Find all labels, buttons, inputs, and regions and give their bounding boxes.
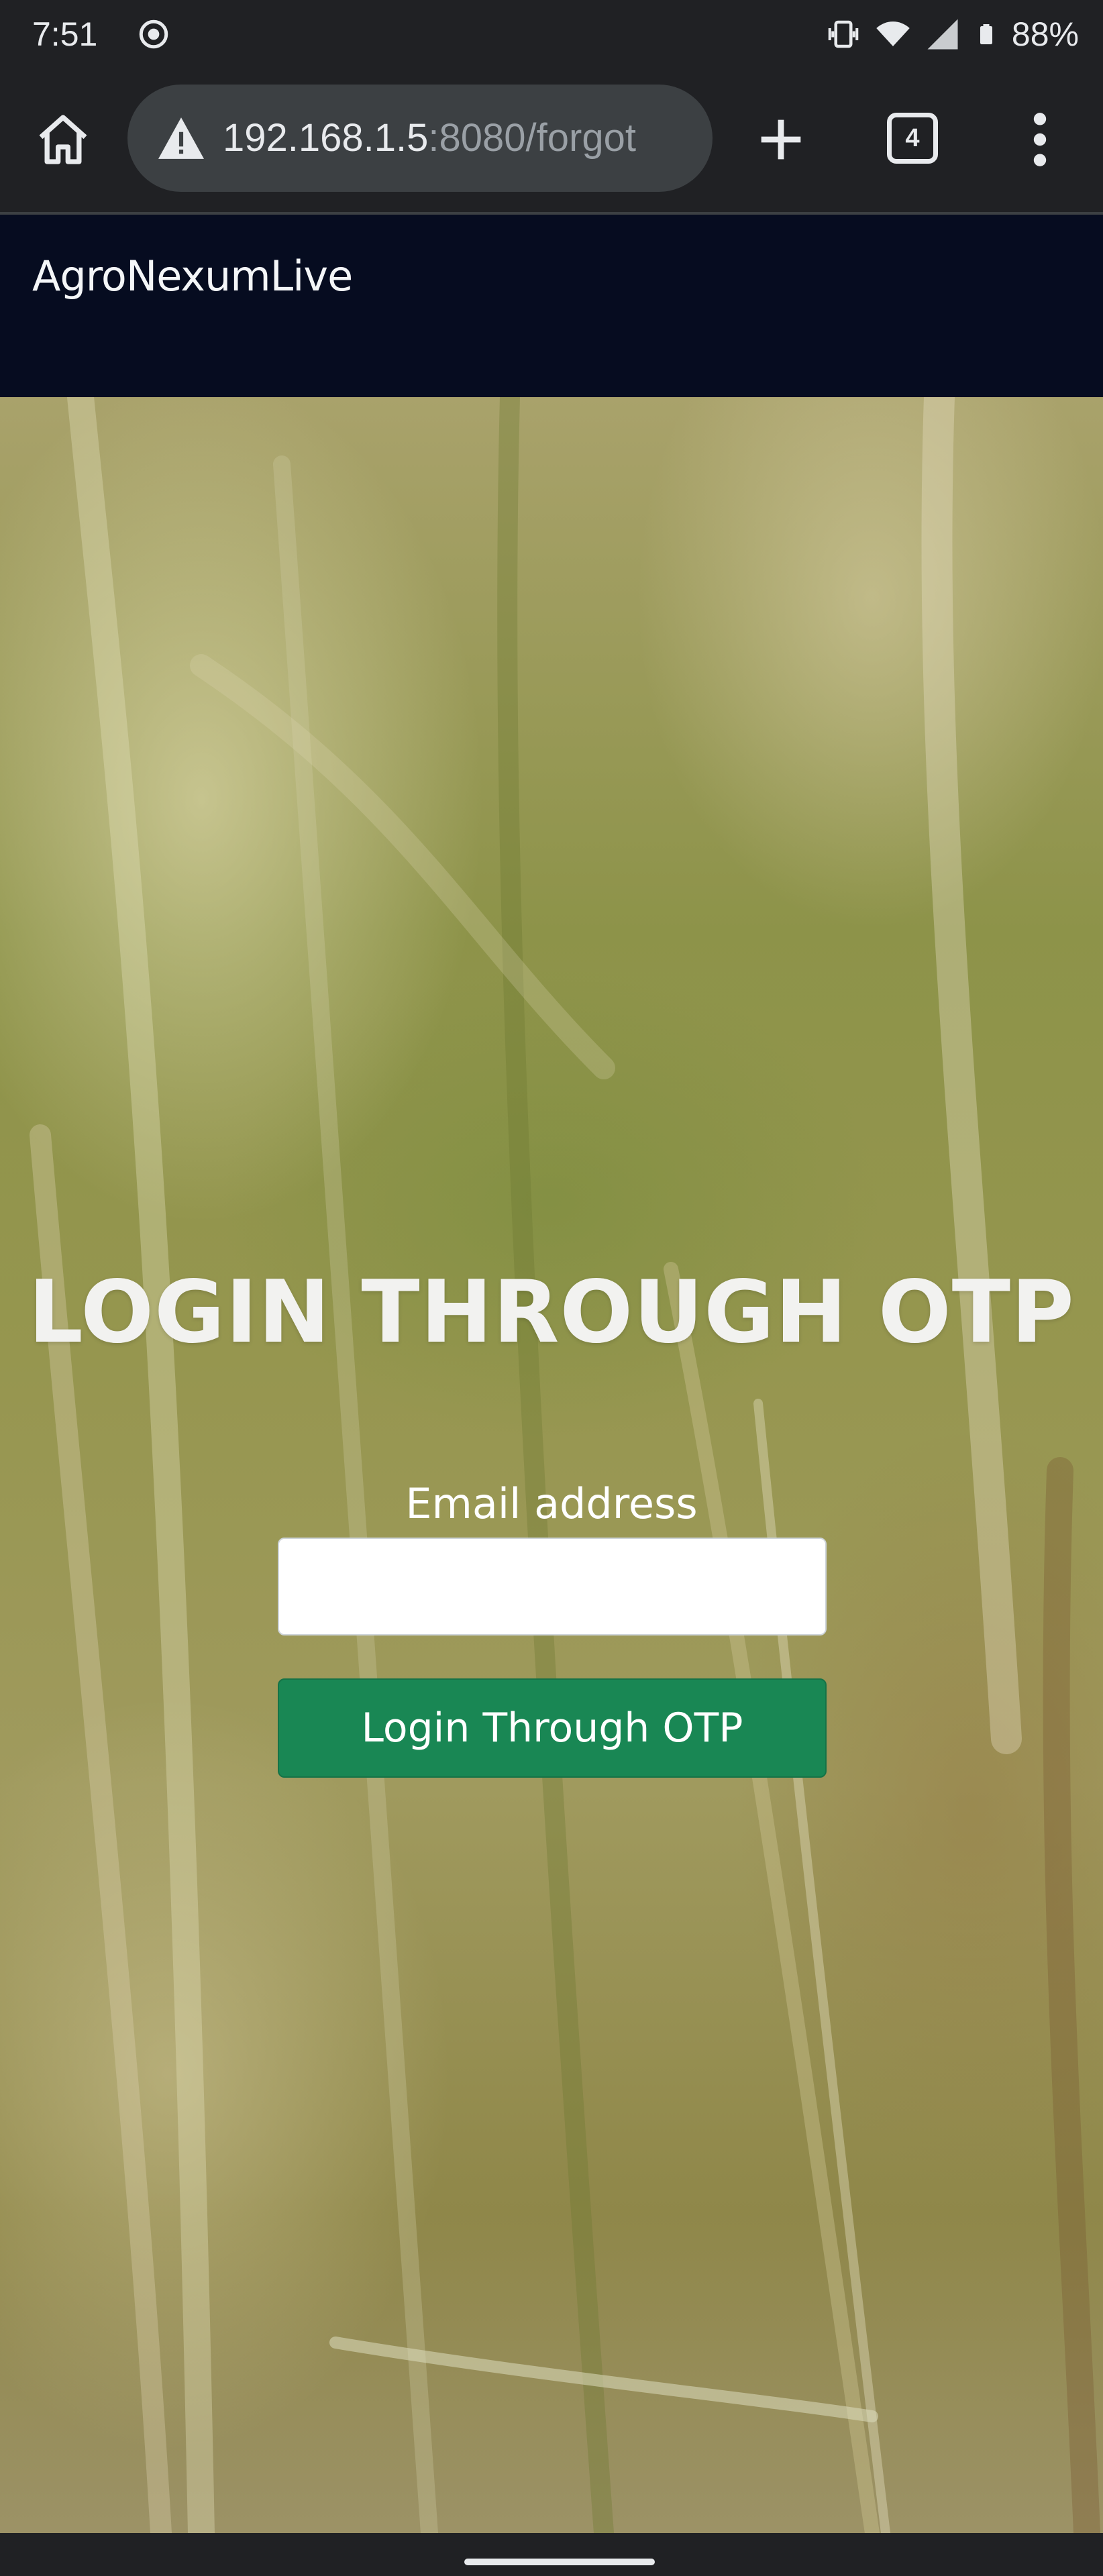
url-path: :8080/forgot (428, 116, 636, 160)
tab-switcher-button[interactable]: 4 (887, 113, 938, 164)
signal-icon (927, 19, 958, 50)
site-navbar: AgroNexumLive (0, 215, 1103, 397)
screen-record-icon (139, 19, 168, 49)
email-label: Email address (405, 1479, 698, 1528)
status-bar: 7:51 88% (0, 0, 1103, 70)
address-bar[interactable]: 192.168.1.5:8080/forgot (127, 85, 713, 192)
status-time: 7:51 (32, 15, 98, 53)
gesture-handle[interactable] (464, 2559, 655, 2565)
hero-background: LOGIN THROUGH OTP Email address Login Th… (0, 397, 1103, 2533)
not-secure-warning-icon[interactable] (156, 115, 207, 161)
wifi-icon (876, 21, 910, 46)
battery-level: 88% (1011, 15, 1079, 53)
vibrate-icon (828, 20, 859, 48)
page-title: LOGIN THROUGH OTP (28, 1263, 1075, 1362)
new-tab-icon[interactable] (751, 110, 810, 169)
browser-toolbar: 192.168.1.5:8080/forgot 4 (0, 70, 1103, 215)
battery-icon (980, 24, 992, 44)
grass-background-image (30, 397, 1100, 2533)
email-input[interactable] (278, 1538, 827, 1635)
url-text[interactable]: 192.168.1.5:8080/forgot (223, 114, 636, 162)
home-icon[interactable] (34, 110, 93, 169)
status-icons: 88% (825, 13, 1079, 55)
login-through-otp-button[interactable]: Login Through OTP (278, 1678, 827, 1778)
url-host: 192.168.1.5 (223, 116, 429, 160)
brand-link[interactable]: AgroNexumLive (32, 250, 353, 303)
menu-icon[interactable] (1020, 109, 1060, 170)
system-nav-bar (0, 2533, 1103, 2576)
